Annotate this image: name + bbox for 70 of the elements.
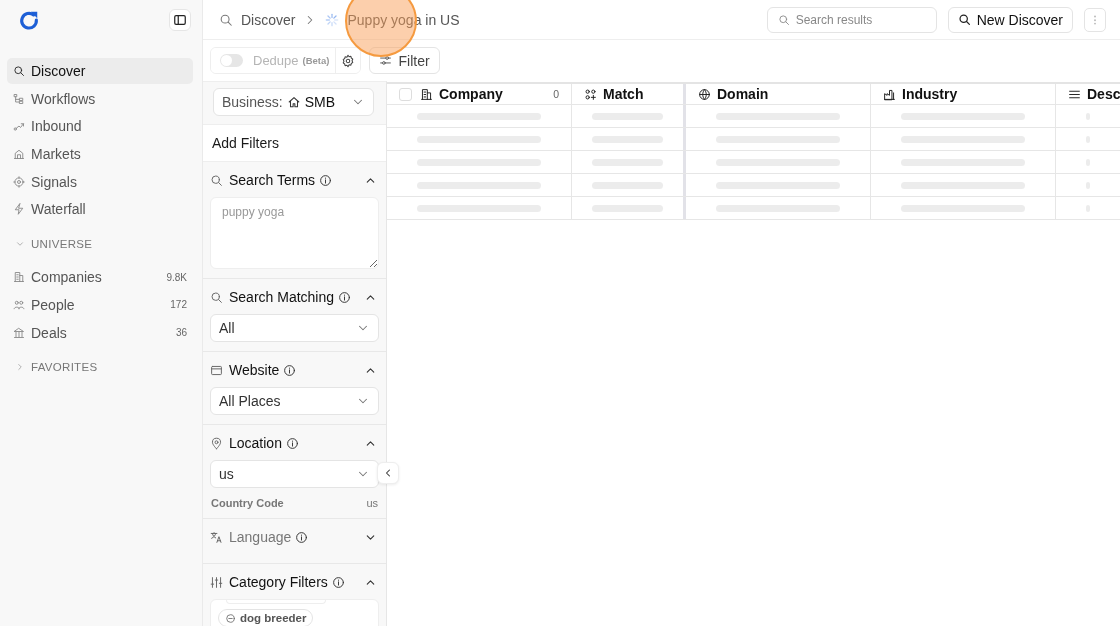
filter-button[interactable]: Filter bbox=[369, 47, 440, 74]
sidebar-toggle-button[interactable] bbox=[169, 9, 191, 31]
detail-label: Country Code bbox=[211, 497, 284, 509]
nav-item[interactable]: Discover bbox=[7, 58, 193, 84]
building-icon bbox=[420, 87, 433, 101]
logo-icon[interactable] bbox=[18, 9, 40, 31]
column-header[interactable]: Match bbox=[572, 84, 686, 104]
search-icon bbox=[210, 290, 223, 304]
column-count: 0 bbox=[553, 88, 559, 100]
trend-icon bbox=[13, 120, 25, 133]
business-select[interactable]: Business: SMB bbox=[213, 88, 374, 116]
panel-icon bbox=[173, 13, 187, 27]
search-icon bbox=[777, 13, 790, 26]
people-icon bbox=[13, 298, 25, 311]
filter-section-header[interactable]: Location bbox=[210, 434, 379, 452]
search-field[interactable]: Search results bbox=[766, 6, 937, 33]
building-icon bbox=[13, 148, 25, 161]
collapse-panel-button[interactable] bbox=[377, 462, 399, 484]
settings-button[interactable] bbox=[335, 48, 361, 73]
column-header[interactable]: Company 0 bbox=[387, 84, 572, 104]
grid-icon bbox=[584, 87, 597, 101]
target-icon bbox=[13, 175, 25, 188]
location-pin-icon bbox=[210, 436, 223, 450]
building-icon bbox=[13, 271, 25, 284]
workflow-icon bbox=[13, 92, 25, 105]
panel-heading: Add Filters bbox=[203, 125, 386, 162]
column-header[interactable]: Industry bbox=[871, 84, 1056, 104]
select-all-checkbox[interactable] bbox=[399, 87, 412, 101]
nav-item[interactable]: Companies 9.8K bbox=[7, 264, 193, 291]
bank-icon bbox=[13, 326, 25, 339]
factory-icon bbox=[883, 87, 896, 101]
item-count: 172 bbox=[170, 299, 187, 311]
search-icon bbox=[957, 13, 971, 26]
search-icon bbox=[210, 173, 223, 187]
browser-window-icon bbox=[210, 363, 223, 377]
dropdown[interactable]: All bbox=[210, 314, 379, 342]
item-count: 36 bbox=[175, 327, 187, 338]
breadcrumb-link[interactable]: Discover bbox=[241, 11, 296, 28]
search-terms-field[interactable]: puppy yoga bbox=[210, 197, 379, 269]
dropdown[interactable]: us bbox=[210, 460, 379, 488]
filter-section-header[interactable]: Search Matching bbox=[210, 288, 379, 306]
detail-value: us bbox=[366, 497, 378, 509]
section-header[interactable]: UNIVERSE bbox=[7, 238, 193, 251]
nav-item[interactable]: People 172 bbox=[7, 291, 193, 318]
section-header[interactable]: FAVORITES bbox=[7, 361, 193, 374]
globe-icon bbox=[698, 87, 711, 101]
nav-item[interactable]: Signals bbox=[7, 168, 193, 195]
search-icon bbox=[219, 12, 233, 27]
nav-item[interactable]: Workflows bbox=[7, 85, 193, 112]
nav-item[interactable]: Markets bbox=[7, 141, 193, 168]
translate-icon bbox=[210, 530, 223, 544]
remove-icon bbox=[225, 612, 236, 624]
chevron-icon bbox=[15, 362, 25, 373]
filter-section-header[interactable]: Search Terms bbox=[210, 171, 379, 189]
nav-item[interactable]: Deals 36 bbox=[7, 319, 193, 346]
nav-item[interactable]: Inbound bbox=[7, 113, 193, 140]
column-header[interactable]: Domain bbox=[686, 84, 871, 104]
sliders-icon bbox=[379, 54, 393, 67]
settings-icon bbox=[341, 53, 356, 68]
item-count: 9.8K bbox=[166, 271, 187, 283]
house-icon bbox=[286, 95, 301, 109]
nav-item[interactable]: Waterfall bbox=[7, 196, 193, 223]
filter-section-header[interactable]: Website bbox=[210, 361, 379, 379]
lightning-icon bbox=[13, 203, 25, 216]
filter-section-header[interactable]: Category Filters bbox=[210, 573, 379, 591]
search-icon bbox=[13, 65, 25, 77]
new-discover-button[interactable]: New Discover bbox=[947, 6, 1073, 33]
sliders-icon bbox=[210, 575, 223, 589]
dropdown[interactable]: All Places bbox=[210, 387, 379, 415]
column-header[interactable]: Desc bbox=[1056, 84, 1120, 104]
